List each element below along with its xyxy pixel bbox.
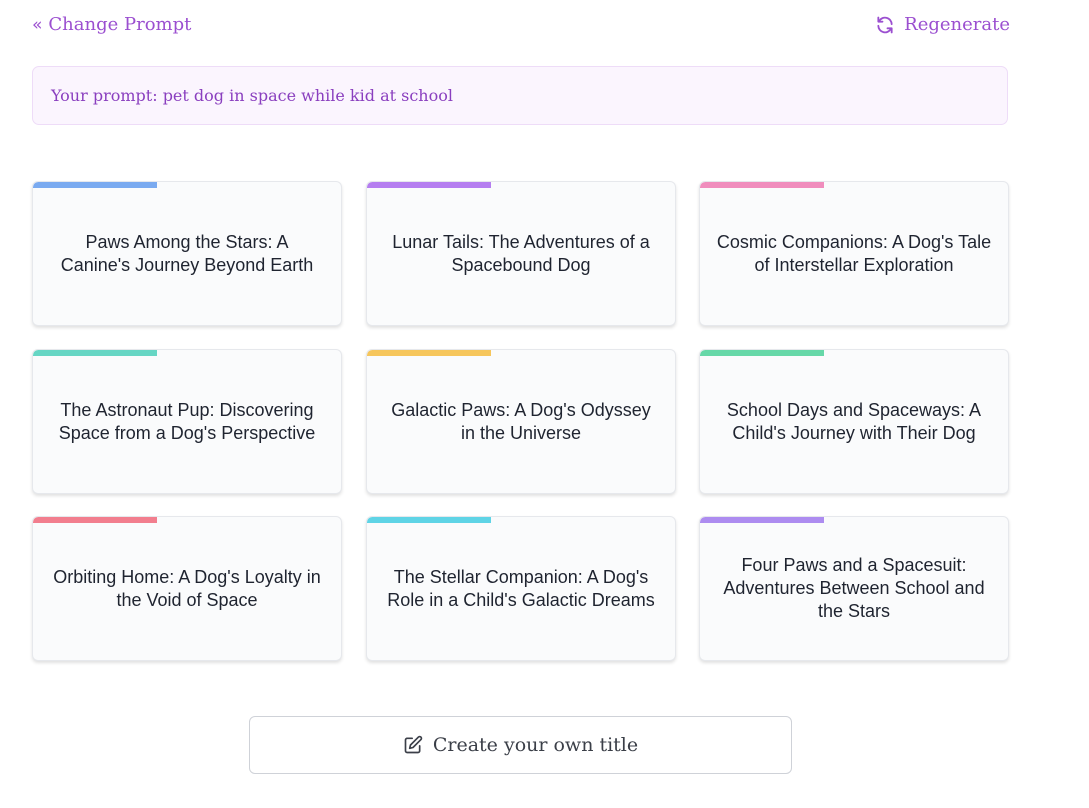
card-accent-bar xyxy=(33,350,157,356)
card-accent-bar xyxy=(700,350,824,356)
top-bar: « Change Prompt Regenerate xyxy=(32,8,1010,42)
change-prompt-label: Change Prompt xyxy=(48,14,192,35)
title-card[interactable]: Orbiting Home: A Dog's Loyalty in the Vo… xyxy=(32,516,342,661)
card-accent-bar xyxy=(367,182,491,188)
card-accent-bar xyxy=(700,182,824,188)
title-card[interactable]: Four Paws and a Spacesuit: Adventures Be… xyxy=(699,516,1009,661)
refresh-icon xyxy=(877,16,893,33)
title-card[interactable]: The Astronaut Pup: Discovering Space fro… xyxy=(32,349,342,494)
create-own-title-label: Create your own title xyxy=(432,734,639,756)
card-accent-bar xyxy=(367,350,491,356)
double-chevron-left-icon: « xyxy=(32,14,42,35)
change-prompt-link[interactable]: « Change Prompt xyxy=(32,14,191,35)
title-text: School Days and Spaceways: A Child's Jou… xyxy=(726,399,982,443)
title-text: Lunar Tails: The Adventures of a Spacebo… xyxy=(392,231,650,275)
title-card[interactable]: Cosmic Companions: A Dog's Tale of Inter… xyxy=(699,181,1009,326)
prompt-text: Your prompt: pet dog in space while kid … xyxy=(51,86,453,105)
title-text: Four Paws and a Spacesuit: Adventures Be… xyxy=(723,555,985,621)
title-text: The Astronaut Pup: Discovering Space fro… xyxy=(58,399,316,443)
title-text: The Stellar Companion: A Dog's Role in a… xyxy=(387,566,655,610)
title-text: Paws Among the Stars: A Canine's Journey… xyxy=(60,231,314,275)
edit-icon xyxy=(404,735,423,754)
title-text: Galactic Paws: A Dog's Odyssey in the Un… xyxy=(391,399,651,443)
prompt-display: Your prompt: pet dog in space while kid … xyxy=(32,66,1008,125)
title-text: Orbiting Home: A Dog's Loyalty in the Vo… xyxy=(53,566,321,610)
title-text: Cosmic Companions: A Dog's Tale of Inter… xyxy=(716,231,992,275)
title-card[interactable]: Paws Among the Stars: A Canine's Journey… xyxy=(32,181,342,326)
regenerate-label: Regenerate xyxy=(904,14,1010,35)
card-accent-bar xyxy=(33,182,157,188)
card-accent-bar xyxy=(700,517,824,523)
title-card[interactable]: Galactic Paws: A Dog's Odyssey in the Un… xyxy=(366,349,676,494)
card-accent-bar xyxy=(33,517,157,523)
title-card[interactable]: School Days and Spaceways: A Child's Jou… xyxy=(699,349,1009,494)
regenerate-button[interactable]: Regenerate xyxy=(875,14,1010,35)
create-own-title-button[interactable]: Create your own title xyxy=(249,716,792,774)
title-card[interactable]: Lunar Tails: The Adventures of a Spacebo… xyxy=(366,181,676,326)
title-card[interactable]: The Stellar Companion: A Dog's Role in a… xyxy=(366,516,676,661)
card-accent-bar xyxy=(367,517,491,523)
